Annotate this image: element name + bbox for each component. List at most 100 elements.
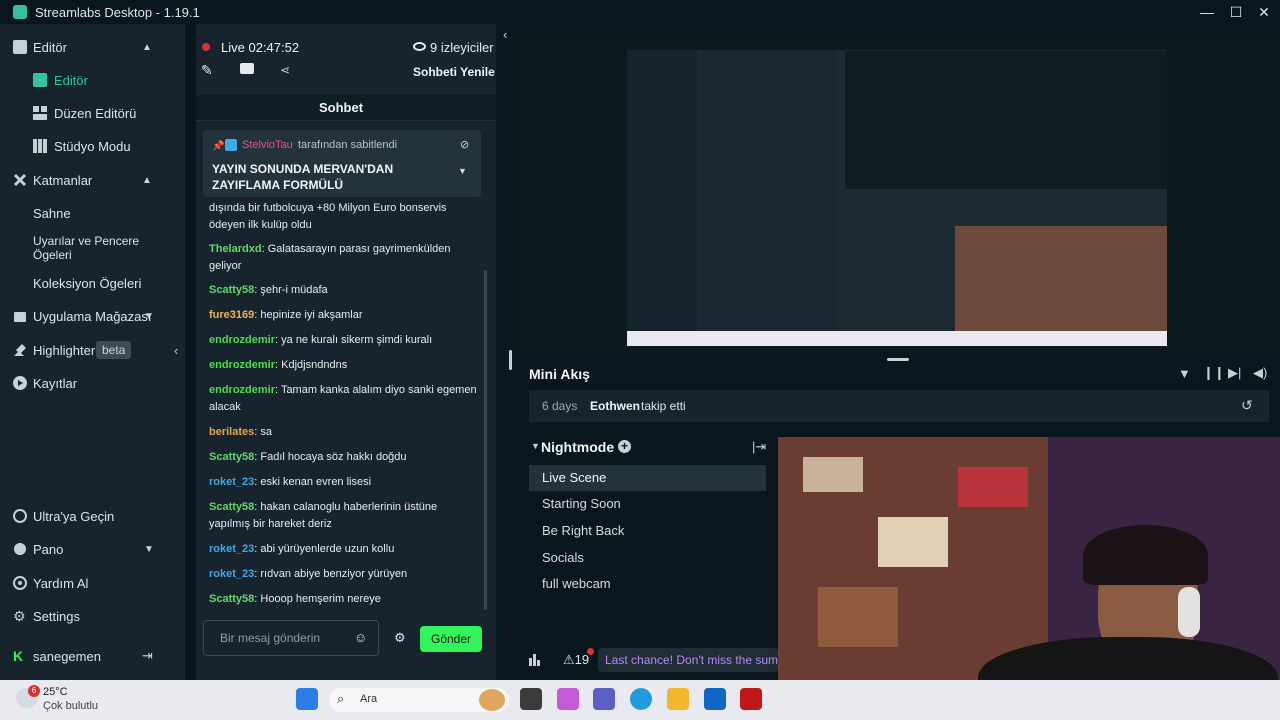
live-label: Live [221,40,245,55]
pause-icon[interactable]: ❙❙ [1203,365,1225,381]
chat-input[interactable]: Bir mesaj gönderin ☺ [203,620,379,656]
editor-sub-icon [33,73,47,87]
gear-icon: ⚙ [13,608,26,624]
resize-handle[interactable] [509,350,512,370]
refresh-chat-button[interactable]: Sohbeti Yenile [413,65,495,79]
scene-item[interactable]: Starting Soon [529,491,766,517]
minimize-icon[interactable]: — [1197,2,1217,22]
sidebar-item-layers[interactable]: Katmanlar ▲ [0,171,185,189]
send-button[interactable]: Gönder [420,626,482,652]
task-view-icon[interactable] [520,688,542,710]
chat-username[interactable]: fure3169 [209,309,254,321]
sidebar-item-label: Uyarılar ve Pencere Ögeleri [33,234,140,262]
sidebar-item-editor[interactable]: Editör ▲ [0,38,185,56]
replay-icon[interactable]: ↺ [1241,397,1253,414]
edge-icon[interactable] [630,688,652,710]
chat-username[interactable]: roket_23 [209,543,254,555]
share-icon[interactable]: ⋖ [280,63,290,77]
chat-username[interactable]: roket_23 [209,568,254,580]
stats-icon[interactable] [529,652,541,666]
sidebar-item-dashboard[interactable]: Pano ▼ [0,540,185,558]
sticker [803,457,863,492]
sidebar-item-layout-editor[interactable]: Düzen Editörü [0,104,185,122]
taskbar-search[interactable]: ⌕ Ara [329,688,509,712]
sidebar-item-editor-sub[interactable]: Editör [0,71,185,89]
logout-icon[interactable]: ⇥ [142,648,153,664]
scene-item[interactable]: Socials [529,545,766,571]
outlook-icon[interactable] [704,688,726,710]
filter-icon[interactable]: ▼ [1178,366,1191,381]
promo-banner[interactable]: Last chance! Don't miss the summ [598,648,778,672]
close-icon[interactable]: ✕ [1254,2,1274,22]
user-icon: K [13,648,24,664]
chat-username[interactable]: roket_23 [209,476,254,488]
sidebar-item-scene[interactable]: Sahne [0,204,185,222]
chevron-up-icon[interactable]: ▲ [142,42,152,53]
mcafee-icon[interactable] [740,688,762,710]
collapse-sidebar-icon[interactable]: ‹ [174,343,178,358]
chat-username[interactable]: endrozdemir [209,384,275,396]
collapse-scenes-icon[interactable]: |⇥ [752,439,766,455]
sidebar-item-collection[interactable]: Koleksiyon Ögeleri [0,274,185,292]
sidebar-item-alerts[interactable]: Uyarılar ve Pencere Ögeleri [0,234,185,262]
chat-username[interactable]: Scatty58 [209,451,254,463]
chevron-up-icon[interactable]: ▲ [142,175,152,186]
edit-icon[interactable]: ✎ [201,62,213,79]
file-explorer-icon[interactable] [667,688,689,710]
chat-message: dışında bir futbolcuya +80 Milyon Euro b… [209,200,479,234]
add-scene-icon[interactable]: + [618,440,631,453]
chat-username[interactable]: Scatty58 [209,501,254,513]
chat-username[interactable]: Scatty58 [209,284,254,296]
sidebar-item-studio-mode[interactable]: Stüdyo Modu [0,137,185,155]
chat-text: ya ne kuralı sikerm şimdi kuralı [281,334,433,346]
sidebar-item-label: Ultra'ya Geçin [33,508,115,524]
chevron-down-icon[interactable]: ▼ [458,166,467,176]
scene-item[interactable]: Live Scene [529,465,766,491]
scene-item[interactable]: Be Right Back [529,518,766,544]
volume-icon[interactable]: ◀) [1253,365,1267,381]
windows-start-icon[interactable] [296,688,318,710]
sidebar-item-label: Highlighter [33,342,96,358]
scene-item[interactable]: full webcam [529,571,766,597]
chat-message: berilates: sa [209,424,479,441]
pinned-by: StelvioTau [242,139,293,151]
sidebar-item-highlighter[interactable]: Highlighter beta [0,341,185,359]
skip-icon[interactable]: ▶| [1228,365,1241,381]
alert-counter[interactable]: ⚠19 [563,652,589,668]
emoji-icon[interactable]: ☺ [354,630,367,645]
user-badge-icon [225,139,237,151]
sidebar-item-help[interactable]: Yardım Al [0,574,185,592]
beta-badge: beta [96,341,132,359]
chat-username[interactable]: Scatty58 [209,593,254,605]
pinned-text: YAYIN SONUNDA MERVAN'DAN ZAYIFLAMA FORMÜ… [212,162,394,192]
preview-titlebar [627,41,1167,50]
maximize-icon[interactable]: ☐ [1226,2,1246,22]
chat-scrollbar[interactable] [484,270,487,610]
sidebar-item-ultra[interactable]: Ultra'ya Geçin [0,507,185,525]
sidebar-item-settings[interactable]: ⚙ Settings [0,607,185,625]
copilot-icon[interactable] [557,688,579,710]
highlighter-icon [14,344,26,356]
chevron-down-icon[interactable]: ▼ [144,311,154,322]
teams-icon[interactable] [593,688,615,710]
chat-username[interactable]: endrozdemir [209,334,275,346]
mini-feed-title: Mini Akış [529,366,590,382]
drag-handle[interactable] [887,358,909,361]
sidebar-item-account[interactable]: K sanegemen ⇥ [0,647,185,665]
hide-pin-icon[interactable]: ⊘ [460,138,469,151]
chat-settings-icon[interactable]: ⚙ [394,630,406,646]
chat-text: hepinize iyi akşamlar [260,309,363,321]
sidebar-item-recordings[interactable]: Kayıtlar [0,374,185,392]
pinned-message: 📌 StelvioTau tarafından sabitlendi ⊘ YAY… [203,130,481,197]
chat-username[interactable]: berilates [209,426,254,438]
chat-text: Kdjdjsndndns [281,359,348,371]
help-icon [13,576,27,590]
chat-username[interactable]: Thelardxd [209,243,262,255]
chat-username[interactable]: endrozdemir [209,359,275,371]
scene-collection-name[interactable]: Nightmode [541,439,614,455]
chevron-down-icon[interactable]: ▼ [144,544,154,555]
expand-chat-icon[interactable]: ‹ [503,27,507,42]
camera-icon[interactable] [240,63,254,74]
sidebar-item-app-store[interactable]: Uygulama Mağazası ▼ [0,307,185,325]
chevron-down-icon[interactable]: ▼ [531,441,540,451]
